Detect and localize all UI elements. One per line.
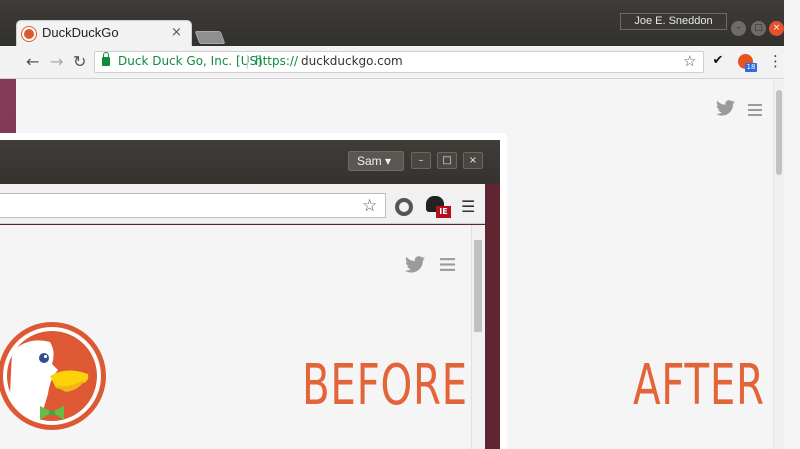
ev-certificate-label[interactable]: Duck Duck Go, Inc. [US] [118,54,262,68]
hamburger-menu-icon[interactable] [440,258,455,271]
before-bookmark-star-icon[interactable]: ☆ [362,196,377,216]
before-profile-name: Sam [357,154,382,168]
reload-button[interactable]: ↻ [73,53,86,71]
hamburger-menu-icon[interactable] [748,104,762,116]
chrome-extension-icon[interactable] [395,198,413,216]
before-scrollbar-thumb[interactable] [474,240,482,332]
after-minimize-button[interactable]: – [731,21,746,36]
before-label: BEFORE [302,353,468,418]
forward-button[interactable]: → [50,53,63,71]
bookmark-star-icon[interactable]: ☆ [683,52,696,70]
after-tab-close-icon[interactable]: × [171,25,182,40]
url-scheme: https:// [255,54,299,68]
new-tab-button[interactable] [194,31,226,44]
before-chrome-menu-icon[interactable]: ☰ [461,197,475,216]
after-label: AFTER [633,353,765,418]
after-tab-title: DuckDuckGo [42,25,119,40]
extension-badge: 18 [745,63,757,72]
duckduckgo-favicon-icon [22,27,36,41]
after-profile-button[interactable]: Joe E. Sneddon [620,13,727,30]
duckduckgo-logo [0,322,106,430]
extension-icon[interactable]: ✔ [710,53,726,69]
after-close-button[interactable]: × [769,21,784,36]
before-address-bar[interactable] [0,193,386,218]
twitter-icon[interactable] [716,100,735,116]
after-maximize-button[interactable]: □ [751,21,766,36]
after-scrollbar-thumb[interactable] [776,90,782,175]
before-profile-button[interactable]: Sam ▾ [348,151,404,171]
before-minimize-button[interactable]: – [411,152,431,169]
before-close-button[interactable]: × [463,152,483,169]
ie-badge: IE [436,206,451,218]
back-button[interactable]: ← [26,53,39,71]
twitter-icon[interactable] [405,256,425,273]
chrome-menu-icon[interactable]: ⋮ [768,52,783,70]
url-host: duckduckgo.com [301,54,403,68]
omnibox-divider [247,55,248,69]
before-maximize-button[interactable]: □ [437,152,457,169]
lock-icon[interactable] [102,52,110,66]
